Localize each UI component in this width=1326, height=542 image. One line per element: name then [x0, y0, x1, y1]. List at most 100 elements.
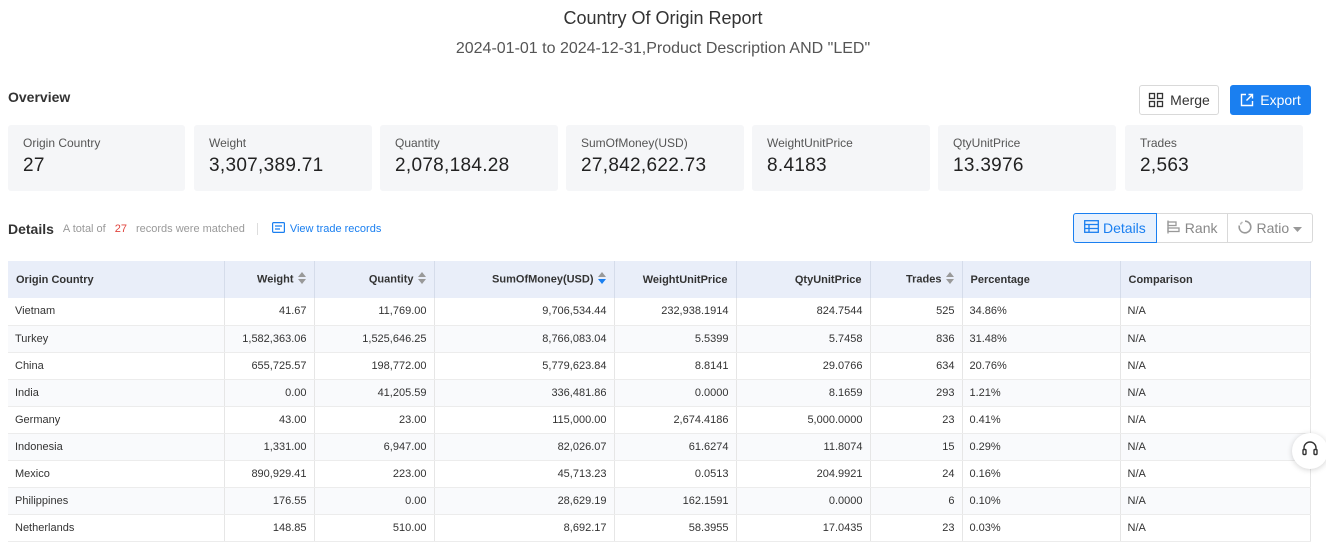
card-value: 27,842,622.73 — [581, 155, 707, 176]
col-weight-unit-price: WeightUnitPrice — [614, 261, 737, 298]
card-label: Origin Country — [23, 136, 101, 150]
table-icon — [1084, 220, 1099, 236]
table-cell: Philippines — [8, 487, 225, 515]
customer-support-button[interactable] — [1292, 433, 1326, 469]
table-cell: 293 — [870, 379, 963, 407]
table-row: Mexico 890,929.41 223.00 45,713.23 0.0513 204… — [8, 460, 1311, 488]
card-label: WeightUnitPrice — [767, 136, 853, 150]
export-label: Export — [1260, 92, 1301, 108]
details-heading: Details — [8, 221, 54, 237]
card-value: 27 — [23, 155, 45, 176]
table-cell: N/A — [1120, 352, 1311, 380]
tab-rank-label: Rank — [1184, 220, 1218, 236]
table-cell: 45,713.23 — [434, 460, 615, 488]
details-header: Details A total of 27 records were match… — [8, 219, 381, 239]
tab-details-label: Details — [1103, 220, 1146, 236]
divider — [256, 223, 258, 235]
table-cell: 8,692.17 — [434, 514, 615, 542]
records-note-prefix: A total of — [62, 223, 106, 235]
view-mode-switch: Details Rank Ratio — [1073, 213, 1314, 243]
table-cell: 115,000.00 — [434, 406, 615, 434]
table-row: Vietnam 41.67 11,769.00 9,706,534.44 232,938… — [8, 298, 1311, 326]
table-cell: N/A — [1120, 406, 1311, 434]
table-cell: 0.03% — [962, 514, 1121, 542]
table-cell: 0.41% — [962, 406, 1121, 434]
table-cell: N/A — [1120, 298, 1311, 326]
table-cell: Indonesia — [8, 433, 225, 461]
sort-icon[interactable] — [945, 272, 954, 287]
table-cell: 0.00 — [314, 487, 435, 515]
table-row: Germany 43.00 23.00 115,000.00 2,674.4186 5,0… — [8, 406, 1311, 434]
table-cell: Netherlands — [8, 514, 225, 542]
headset-icon — [1301, 440, 1319, 463]
card-label: Quantity — [395, 136, 440, 150]
sort-desc-icon[interactable] — [597, 272, 606, 287]
col-quantity[interactable]: Quantity — [314, 261, 435, 298]
caret-down-icon — [1293, 220, 1303, 236]
table-cell: 9,706,534.44 — [434, 298, 615, 326]
table-cell: 15 — [870, 433, 963, 461]
table-cell: 8,766,083.04 — [434, 325, 615, 353]
table-cell: 23 — [870, 406, 963, 434]
table-cell: Vietnam — [8, 298, 225, 326]
table-cell: 31.48% — [962, 325, 1121, 353]
table-cell: 28,629.19 — [434, 487, 615, 515]
table-cell: 223.00 — [314, 460, 435, 488]
table-cell: 510.00 — [314, 514, 435, 542]
sort-icon[interactable] — [417, 272, 426, 287]
table-cell: 5.5399 — [614, 325, 737, 353]
origin-country-table: Origin Country Weight Quantity SumOfMone… — [8, 261, 1311, 542]
records-note-suffix: records were matched — [135, 223, 245, 235]
col-sum-of-money[interactable]: SumOfMoney(USD) — [434, 261, 615, 298]
view-trade-records-label: View trade records — [289, 223, 382, 235]
tab-rank[interactable]: Rank — [1156, 213, 1229, 243]
sort-icon[interactable] — [297, 272, 306, 287]
table-cell: 20.76% — [962, 352, 1121, 380]
card-label: Trades — [1140, 136, 1177, 150]
table-cell: 41,205.59 — [314, 379, 435, 407]
table-cell: 23 — [870, 514, 963, 542]
table-cell: 41.67 — [224, 298, 315, 326]
table-cell: 836 — [870, 325, 963, 353]
export-button[interactable]: Export — [1230, 85, 1311, 115]
tab-details[interactable]: Details — [1073, 213, 1157, 243]
table-cell: 8.8141 — [614, 352, 737, 380]
merge-label: Merge — [1170, 92, 1210, 108]
table-cell: 525 — [870, 298, 963, 326]
table-cell: N/A — [1120, 325, 1311, 353]
col-weight[interactable]: Weight — [224, 261, 315, 298]
col-comparison: Comparison — [1120, 261, 1311, 298]
table-header-row: Origin Country Weight Quantity SumOfMone… — [8, 261, 1311, 298]
card-label: QtyUnitPrice — [953, 136, 1021, 150]
table-cell: 204.9921 — [736, 460, 871, 488]
table-cell: 23.00 — [314, 406, 435, 434]
table-cell: Mexico — [8, 460, 225, 488]
card-origin-country: Origin Country 27 — [8, 125, 185, 191]
card-value: 3,307,389.71 — [209, 155, 324, 176]
merge-button[interactable]: Merge — [1139, 85, 1219, 115]
table-cell: 0.10% — [962, 487, 1121, 515]
tab-ratio[interactable]: Ratio — [1228, 213, 1314, 243]
overview-heading: Overview — [8, 89, 71, 105]
col-trades[interactable]: Trades — [870, 261, 963, 298]
table-cell: 655,725.57 — [224, 352, 315, 380]
table-cell: 824.7544 — [736, 298, 871, 326]
list-icon — [271, 222, 285, 236]
table-cell: 1,582,363.06 — [224, 325, 315, 353]
table-cell: N/A — [1120, 379, 1311, 407]
table-cell: 11,769.00 — [314, 298, 435, 326]
table-cell: 1,525,646.25 — [314, 325, 435, 353]
table-cell: N/A — [1120, 433, 1311, 461]
table-row: Philippines 176.55 0.00 28,629.19 162.1591 0.… — [8, 487, 1311, 515]
table-cell: 34.86% — [962, 298, 1121, 326]
table-cell: 2,674.4186 — [614, 406, 737, 434]
table-cell: China — [8, 352, 225, 380]
table-row: Netherlands 148.85 510.00 8,692.17 58.3955 17… — [8, 514, 1311, 542]
ratio-icon — [1238, 219, 1253, 237]
view-trade-records-link[interactable]: View trade records — [271, 222, 382, 236]
table-cell: 0.0513 — [614, 460, 737, 488]
table-cell: 198,772.00 — [314, 352, 435, 380]
col-percentage: Percentage — [962, 261, 1121, 298]
table-cell: 11.8074 — [736, 433, 871, 461]
table-row: Indonesia 1,331.00 6,947.00 82,026.07 61.627… — [8, 433, 1311, 461]
